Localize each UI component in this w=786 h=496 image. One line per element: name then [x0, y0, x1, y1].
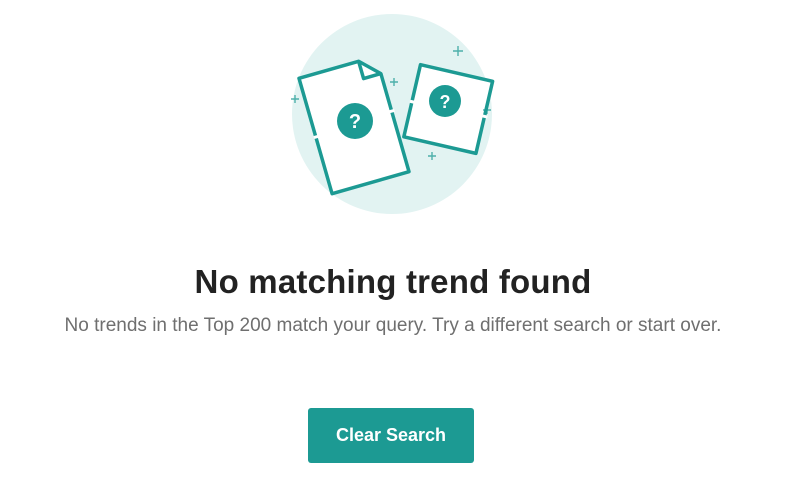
empty-state-title: No matching trend found [194, 263, 592, 300]
svg-text:?: ? [440, 92, 451, 112]
document-question-icon: ? ? [286, 10, 496, 220]
clear-search-button[interactable]: Clear Search [308, 408, 474, 463]
empty-state: ? ? No matching trend found No trends in… [0, 0, 786, 496]
svg-text:?: ? [349, 111, 361, 133]
empty-state-message: No trends in the Top 200 match your quer… [64, 315, 722, 336]
